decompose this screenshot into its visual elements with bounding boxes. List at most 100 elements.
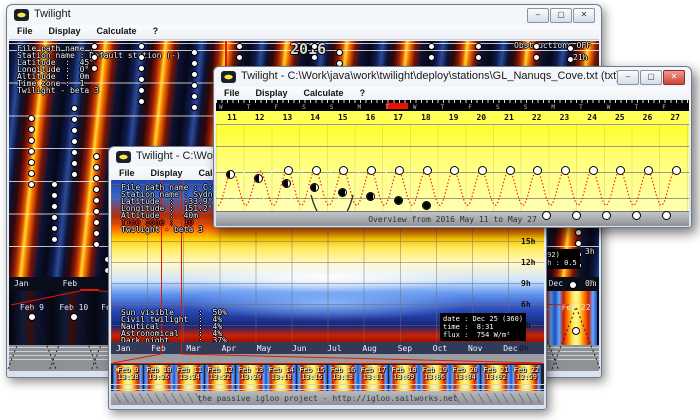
day-cell[interactable]: Feb 22: [555, 291, 597, 345]
moon-icon: [93, 175, 100, 182]
weekday-letter: F: [662, 104, 666, 111]
menu-item-file[interactable]: File: [111, 167, 143, 181]
hour-label: 9h: [521, 279, 531, 288]
moon-icon: [51, 225, 58, 232]
moon-icon: [533, 43, 540, 50]
tooltip-line: date : Dec 25 (360): [443, 315, 523, 323]
menu-item-?[interactable]: ?: [352, 87, 374, 101]
tooltip-line: time : 8:31: [443, 323, 523, 331]
menu-item-file[interactable]: File: [216, 87, 248, 101]
day-cell-length: 13:26: [144, 373, 174, 381]
overview-chart[interactable]: [216, 125, 689, 211]
month-label-aug: Aug: [362, 344, 376, 353]
maximize-button[interactable]: ▢: [550, 8, 572, 23]
menu-item-display[interactable]: Display: [41, 25, 89, 39]
month-label-apr: Apr: [222, 344, 236, 353]
nanuqs-cove-window: Twilight - C:\Work\java\work\twilight\de…: [213, 66, 692, 228]
day-cell-length: 13:18: [266, 373, 296, 381]
month-label-jun: Jun: [292, 344, 306, 353]
day-number: 15: [333, 113, 353, 122]
weekday-letter: W: [413, 104, 417, 111]
day-number: 17: [388, 113, 408, 122]
moon-icon: [138, 98, 145, 105]
moon-icon: [138, 54, 145, 61]
weekday-letter: T: [385, 104, 389, 111]
main-window-titlebar[interactable]: Twilight –▢✕: [9, 5, 599, 25]
moon-icon: [475, 43, 482, 50]
moon-icon: [51, 181, 58, 188]
month-label-feb: Feb: [63, 279, 77, 288]
menu-item-file[interactable]: File: [9, 25, 41, 39]
day-cell-label: Feb 10: [53, 303, 95, 312]
overview-range-text: Overview from 2016 May 11 to May 27: [216, 215, 689, 224]
moon-icon: [475, 54, 482, 61]
moon-icon: [93, 241, 100, 248]
moon-icon: [311, 43, 318, 50]
nanuqs-window-titlebar[interactable]: Twilight - C:\Work\java\work\twilight\de…: [216, 67, 689, 87]
day-number: 11: [222, 113, 242, 122]
obstructions-status: Obstructions OFF: [514, 42, 591, 49]
weekday-letter: S: [524, 104, 528, 111]
month-label-nov: Nov: [468, 344, 482, 353]
day-cell-label: Feb 9: [11, 303, 53, 312]
main-menubar: FileDisplayCalculate?: [9, 25, 599, 40]
menu-item-display[interactable]: Display: [143, 167, 191, 181]
minimize-button[interactable]: –: [617, 70, 639, 85]
info-line: Twilight - beta 3: [121, 226, 227, 233]
moon-icon: [138, 87, 145, 94]
moon-icon: [71, 160, 78, 167]
weekday-letter: M: [358, 104, 362, 111]
menu-item-calculate[interactable]: Calculate: [89, 25, 145, 39]
moon-icon: [93, 219, 100, 226]
moon-icon: [51, 192, 58, 199]
close-button[interactable]: ✕: [663, 70, 685, 85]
main-window-title: Twilight: [34, 8, 71, 20]
menu-item-display[interactable]: Display: [248, 87, 296, 101]
day-number: 19: [444, 113, 464, 122]
weekday-letter: W: [219, 104, 223, 111]
day-cell[interactable]: Feb 10: [53, 291, 95, 345]
sydney-day-strip[interactable]: Feb 913:28Feb 1013:26Feb 1113:24Feb 1213…: [111, 363, 544, 391]
main-hour-label-21h: 21h: [573, 53, 587, 62]
ruler-current-day-marker: [386, 103, 408, 109]
moon-icon: [336, 49, 343, 56]
menu-item-calculate[interactable]: Calculate: [296, 87, 352, 101]
moon-icon: [311, 54, 318, 61]
month-label-jan: Jan: [116, 344, 130, 353]
minimize-button[interactable]: –: [527, 8, 549, 23]
month-label-sep: Sep: [398, 344, 412, 353]
moon-icon: [51, 203, 58, 210]
project-credit-text: the passive igloo project - http://igloo…: [111, 394, 544, 403]
close-button[interactable]: ✕: [573, 8, 595, 23]
day-cell-length: 13:20: [236, 373, 266, 381]
menu-item-?[interactable]: ?: [145, 25, 167, 39]
weekday-letter: S: [330, 104, 334, 111]
weekday-letter: W: [607, 104, 611, 111]
maximize-button[interactable]: ▢: [640, 70, 662, 85]
day-number-axis: 1112131415161718192021222324252627: [216, 111, 689, 125]
moon-icon: [71, 171, 78, 178]
moon-icon: [567, 45, 574, 52]
app-icon: [116, 151, 131, 163]
day-cell-length: 13:28: [113, 373, 143, 381]
month-label-feb: Feb: [151, 344, 165, 353]
sydney-station-info: File path name : C:\WoStation name : Syd…: [121, 184, 227, 233]
weekday-letter: T: [441, 104, 445, 111]
moon-icon: [28, 126, 35, 133]
weekday-letter: T: [247, 104, 251, 111]
weekday-letter: F: [468, 104, 472, 111]
day-cell-label: Feb 22: [555, 303, 597, 312]
year-label: 2016: [290, 41, 326, 57]
moon-icon: [93, 153, 100, 160]
sydney-footer: the passive igloo project - http://igloo…: [111, 391, 544, 405]
moon-icon: [71, 138, 78, 145]
moon-icon: [93, 197, 100, 204]
weekday-letter: S: [496, 104, 500, 111]
weekday-letter: S: [302, 104, 306, 111]
day-number: 22: [527, 113, 547, 122]
moon-icon: [51, 236, 58, 243]
day-cell-length: 13:09: [389, 373, 419, 381]
info-line: Dark night : 37%: [121, 337, 227, 342]
day-cell[interactable]: Feb 9: [11, 291, 53, 345]
day-number: 13: [277, 113, 297, 122]
